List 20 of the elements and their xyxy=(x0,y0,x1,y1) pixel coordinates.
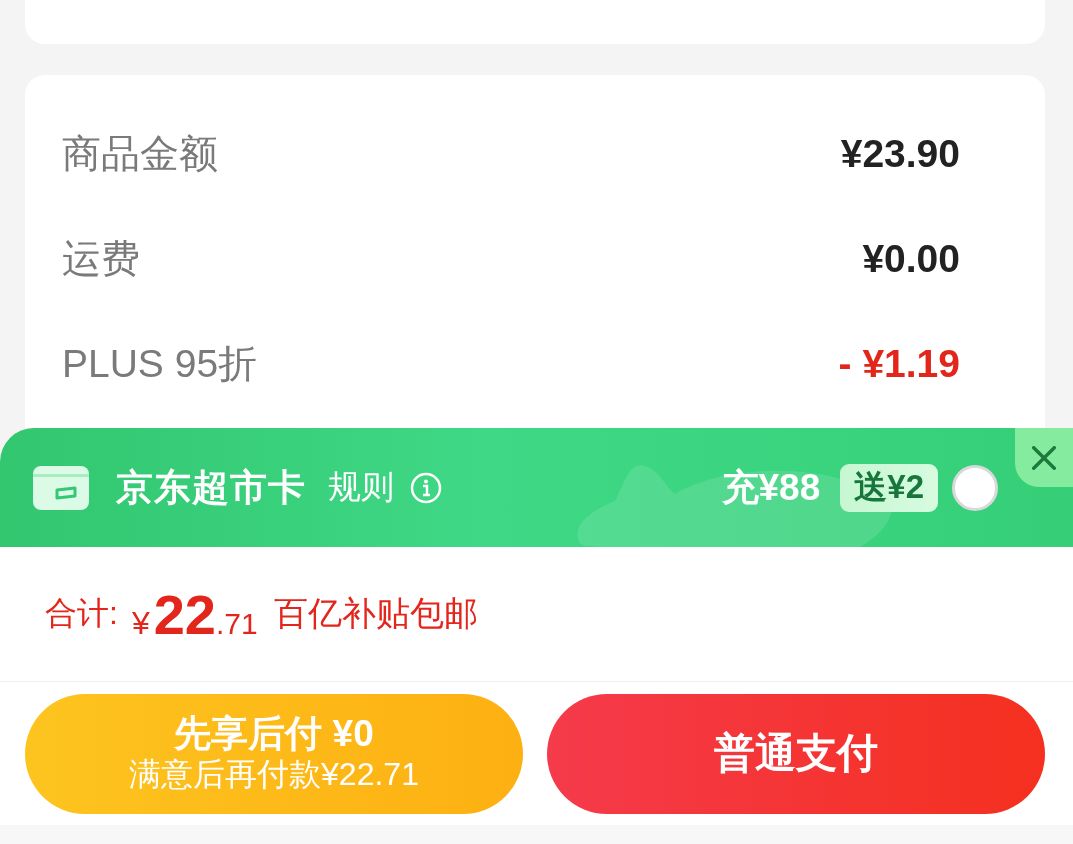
shipping-note: 百亿补贴包邮 xyxy=(273,593,478,634)
info-icon[interactable] xyxy=(410,471,442,504)
select-radio[interactable] xyxy=(952,464,998,511)
bonus-badge: 送¥2 xyxy=(840,463,938,512)
summary-label: 商品金额 xyxy=(62,130,218,177)
card-icon xyxy=(33,465,89,510)
total-label: 合计: xyxy=(45,594,118,633)
recharge-offer: 充¥88 xyxy=(721,465,821,510)
close-button[interactable] xyxy=(1015,428,1073,487)
banner-title: 京东超市卡 xyxy=(116,465,306,510)
pay-later-button[interactable]: 先享后付 ¥0 满意后再付款¥22.71 xyxy=(25,694,523,814)
total-amount: ¥22.71 xyxy=(131,581,258,647)
rules-link[interactable]: 规则 xyxy=(328,465,394,510)
summary-label: 运费 xyxy=(62,235,140,282)
summary-value: - ¥1.19 xyxy=(838,341,960,386)
summary-value: ¥0.00 xyxy=(862,236,960,281)
summary-label: PLUS 95折 xyxy=(62,340,258,387)
close-icon xyxy=(1032,445,1056,470)
pay-button[interactable]: 普通支付 xyxy=(547,694,1045,814)
summary-value: ¥23.90 xyxy=(840,131,960,176)
